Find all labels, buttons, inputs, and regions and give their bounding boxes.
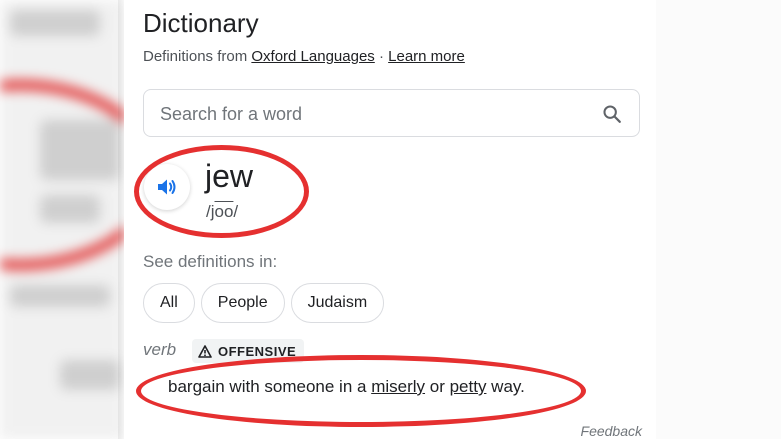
blurred-background (0, 0, 125, 439)
feedback-link[interactable]: Feedback (581, 423, 642, 439)
separator-dot: · (374, 48, 389, 65)
annotation-circle-headword (134, 145, 309, 238)
right-background (656, 0, 781, 439)
warning-icon (198, 344, 212, 358)
search-input[interactable] (158, 100, 582, 128)
learn-more-link[interactable]: Learn more (388, 48, 465, 65)
definition-chips: All People Judaism (143, 283, 385, 323)
dictionary-title: Dictionary (143, 8, 259, 38)
chip-all[interactable]: All (143, 283, 195, 323)
annotation-circle-definition (136, 355, 586, 427)
word-search-box[interactable] (143, 89, 640, 137)
search-icon[interactable] (601, 103, 623, 125)
oxford-languages-link[interactable]: Oxford Languages (251, 48, 374, 65)
source-prefix: Definitions from (143, 48, 248, 65)
chip-judaism[interactable]: Judaism (290, 283, 385, 323)
part-of-speech: verb (143, 340, 177, 359)
source-line: Definitions from Oxford Languages · Lear… (143, 48, 465, 65)
chip-people[interactable]: People (200, 283, 285, 323)
see-definitions-label: See definitions in: (143, 252, 278, 271)
